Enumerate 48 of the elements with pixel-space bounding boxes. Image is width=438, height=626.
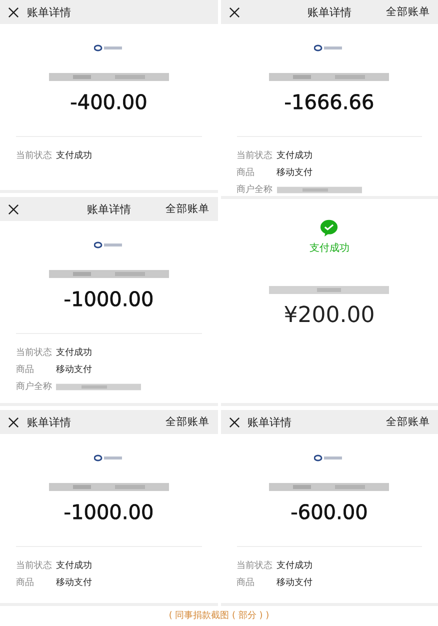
field-label: 当前状态 [236, 560, 274, 572]
bank-logo-icon [94, 241, 124, 249]
close-icon[interactable] [8, 204, 19, 214]
close-icon[interactable] [8, 416, 19, 428]
amount: ¥200.00 [284, 303, 375, 328]
bank-logo-icon [94, 44, 124, 52]
amount: -1666.66 [284, 90, 374, 114]
close-icon[interactable] [228, 416, 240, 428]
page-title: 账单详情 [307, 4, 352, 20]
all-bills-link[interactable]: 全部账单 [386, 415, 430, 429]
field-label: 当前状态 [236, 150, 274, 162]
page-title: 账单详情 [27, 414, 71, 430]
field-label: 商品 [16, 576, 35, 589]
amount: -400.00 [70, 90, 148, 114]
all-bills-link[interactable]: 全部账单 [166, 202, 210, 216]
field-label: 商户全称 [236, 184, 274, 196]
status-text: 支付成功 [309, 242, 350, 255]
field-label: 商品 [16, 364, 35, 376]
close-icon[interactable] [228, 6, 240, 18]
field-label: 当前状态 [16, 150, 53, 162]
page-title: 账单详情 [86, 202, 131, 216]
amount: -600.00 [290, 500, 368, 524]
amount: -1000.00 [64, 287, 154, 311]
all-bills-link[interactable]: 全部账单 [386, 5, 430, 19]
field-value: 支付成功 [56, 346, 92, 359]
all-bills-link[interactable]: 全部账单 [166, 415, 210, 429]
field-label: 当前状态 [16, 346, 53, 359]
page-title: 账单详情 [27, 4, 71, 20]
field-value: 移动支付 [56, 576, 92, 589]
field-value: 支付成功 [276, 560, 312, 572]
bank-logo-icon [94, 454, 124, 462]
field-value: 移动支付 [276, 166, 312, 179]
chat-bubble-check-icon [320, 219, 338, 237]
field-value: 支付成功 [56, 150, 92, 162]
field-label: 商品 [236, 166, 256, 179]
field-value: 移动支付 [56, 364, 92, 376]
field-value: 移动支付 [276, 576, 312, 589]
field-label: 商品 [236, 576, 256, 589]
bank-logo-icon [314, 454, 344, 462]
close-icon[interactable] [8, 6, 19, 18]
field-value: 支付成功 [276, 150, 312, 162]
field-label: 当前状态 [16, 560, 53, 572]
page-title: 账单详情 [248, 414, 292, 430]
field-value: 支付成功 [56, 560, 92, 572]
amount: -1000.00 [64, 500, 154, 524]
field-label: 商户全称 [16, 380, 53, 393]
caption: ( 同事捐款截图 ( 部分 ) ) [168, 610, 270, 623]
bank-logo-icon [314, 44, 344, 52]
